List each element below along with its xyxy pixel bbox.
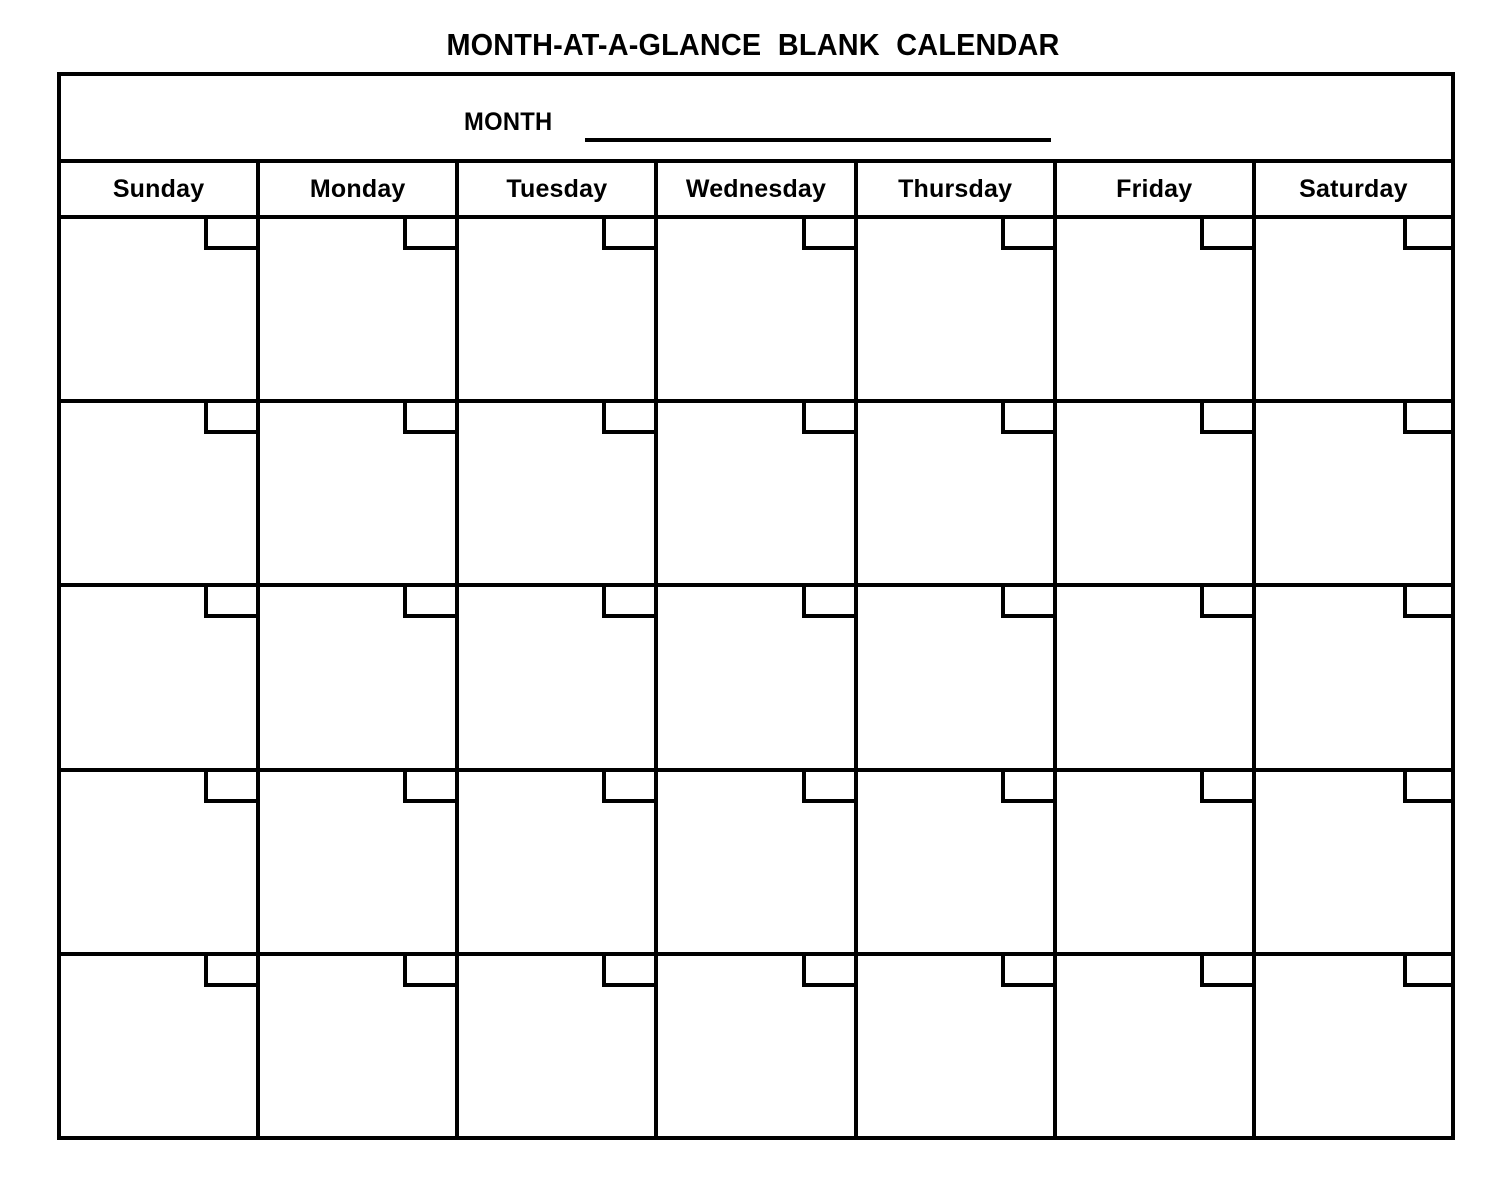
- day-cell[interactable]: [260, 403, 460, 584]
- date-number-box[interactable]: [204, 403, 257, 435]
- day-header-label: Wednesday: [685, 175, 827, 203]
- day-cell[interactable]: [459, 219, 659, 400]
- date-number-box[interactable]: [1402, 403, 1455, 435]
- date-number-box[interactable]: [1000, 219, 1053, 250]
- day-cell[interactable]: [1256, 771, 1455, 952]
- date-number-box[interactable]: [602, 955, 655, 987]
- day-cell[interactable]: [61, 771, 261, 952]
- day-cell[interactable]: [459, 771, 659, 952]
- date-number-box[interactable]: [403, 219, 456, 250]
- day-header-label: Tuesday: [506, 175, 608, 203]
- week-row: [61, 955, 1455, 1137]
- date-number-box[interactable]: [403, 771, 456, 803]
- day-cell[interactable]: [1256, 219, 1455, 399]
- date-number-box[interactable]: [204, 955, 257, 987]
- day-header-wednesday: Wednesday: [658, 163, 858, 215]
- date-number-box[interactable]: [403, 955, 456, 987]
- date-number-box[interactable]: [801, 403, 854, 435]
- day-cell[interactable]: [658, 403, 858, 584]
- day-cell[interactable]: [658, 955, 858, 1137]
- date-number-box[interactable]: [801, 587, 854, 619]
- calendar-weeks-body: [61, 219, 1455, 1137]
- day-cell[interactable]: [459, 403, 659, 584]
- month-fill-in-line[interactable]: [585, 138, 1051, 142]
- date-number-box[interactable]: [801, 771, 854, 803]
- date-number-box[interactable]: [204, 771, 257, 803]
- day-cell[interactable]: [260, 587, 460, 768]
- date-number-box[interactable]: [1000, 403, 1053, 435]
- date-number-box[interactable]: [1000, 587, 1053, 619]
- date-number-box[interactable]: [1199, 771, 1252, 803]
- week-row: [61, 587, 1455, 772]
- day-cell[interactable]: [61, 587, 261, 768]
- day-cell[interactable]: [260, 771, 460, 952]
- date-number-box[interactable]: [403, 403, 456, 435]
- day-cell[interactable]: [1256, 587, 1455, 767]
- day-header-thursday: Thursday: [858, 163, 1057, 215]
- date-number-box[interactable]: [801, 955, 854, 987]
- date-number-box[interactable]: [602, 771, 655, 803]
- day-cell[interactable]: [1057, 587, 1256, 768]
- week-row: [61, 219, 1455, 404]
- day-cell[interactable]: [1256, 403, 1455, 583]
- date-number-box[interactable]: [1402, 771, 1455, 803]
- date-number-box[interactable]: [1402, 219, 1455, 250]
- date-number-box[interactable]: [1199, 955, 1252, 987]
- date-number-box[interactable]: [403, 587, 456, 619]
- day-cell[interactable]: [858, 771, 1057, 952]
- date-number-box[interactable]: [204, 219, 257, 250]
- day-cell[interactable]: [658, 219, 858, 400]
- day-header-sunday: Sunday: [61, 163, 261, 215]
- day-header-label: Saturday: [1299, 175, 1408, 203]
- day-cell[interactable]: [858, 219, 1057, 400]
- date-number-box[interactable]: [1000, 955, 1053, 987]
- day-cell[interactable]: [658, 771, 858, 952]
- date-number-box[interactable]: [1402, 955, 1455, 987]
- date-number-box[interactable]: [602, 403, 655, 435]
- day-cell[interactable]: [1057, 955, 1256, 1137]
- day-cell[interactable]: [1057, 403, 1256, 584]
- day-header-label: Thursday: [898, 175, 1013, 203]
- page-title: MONTH-AT-A-GLANCE BLANK CALENDAR: [446, 27, 1060, 62]
- day-header-label: Sunday: [112, 175, 205, 203]
- day-cell[interactable]: [459, 955, 659, 1137]
- date-number-box[interactable]: [1199, 587, 1252, 619]
- date-number-box[interactable]: [602, 219, 655, 250]
- calendar-frame: MONTH Sunday Monday Tuesday Wednesday Th…: [57, 72, 1455, 1140]
- day-cell[interactable]: [1256, 955, 1455, 1136]
- day-cell[interactable]: [1057, 219, 1256, 400]
- day-cell[interactable]: [61, 955, 261, 1137]
- day-cell[interactable]: [260, 955, 460, 1137]
- day-header-label: Monday: [309, 175, 406, 203]
- day-header-friday: Friday: [1057, 163, 1256, 215]
- date-number-box[interactable]: [602, 587, 655, 619]
- day-cell[interactable]: [61, 403, 261, 584]
- month-field-row: MONTH: [61, 76, 1451, 163]
- day-cell[interactable]: [61, 219, 261, 400]
- day-header-row: Sunday Monday Tuesday Wednesday Thursday…: [61, 163, 1451, 219]
- date-number-box[interactable]: [1000, 771, 1053, 803]
- date-number-box[interactable]: [1402, 587, 1455, 619]
- day-cell[interactable]: [858, 403, 1057, 584]
- week-row: [61, 403, 1455, 588]
- day-cell[interactable]: [1057, 771, 1256, 952]
- day-header-label: Friday: [1116, 175, 1193, 203]
- day-header-tuesday: Tuesday: [459, 163, 659, 215]
- day-cell[interactable]: [658, 587, 858, 768]
- week-row: [61, 771, 1455, 956]
- date-number-box[interactable]: [1199, 219, 1252, 250]
- day-cell[interactable]: [459, 587, 659, 768]
- date-number-box[interactable]: [204, 587, 257, 619]
- day-header-monday: Monday: [260, 163, 460, 215]
- month-label: MONTH: [464, 108, 553, 136]
- day-cell[interactable]: [858, 587, 1057, 768]
- date-number-box[interactable]: [1199, 403, 1252, 435]
- day-cell[interactable]: [260, 219, 460, 400]
- day-header-saturday: Saturday: [1256, 163, 1451, 215]
- day-cell[interactable]: [858, 955, 1057, 1137]
- date-number-box[interactable]: [801, 219, 854, 250]
